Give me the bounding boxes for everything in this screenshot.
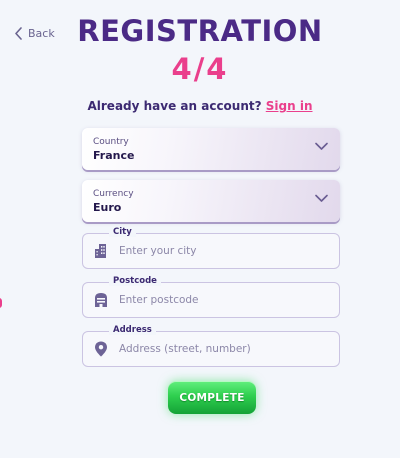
location-pin-icon (95, 341, 107, 357)
country-label: Country (93, 137, 129, 147)
currency-label: Currency (93, 189, 134, 199)
side-tab[interactable] (0, 298, 2, 308)
currency-select[interactable]: Currency Euro (82, 180, 340, 222)
currency-value: Euro (93, 201, 122, 214)
account-prompt: Already have an account? Sign in (0, 99, 400, 113)
building-icon (95, 244, 106, 258)
postcode-field[interactable]: Postcode (82, 276, 340, 318)
city-field[interactable]: City (82, 227, 340, 269)
page-title: REGISTRATION (77, 14, 323, 48)
address-input[interactable] (119, 332, 329, 365)
complete-button[interactable]: COMPLETE (168, 381, 256, 414)
account-prompt-text: Already have an account? (87, 99, 262, 113)
country-value: France (93, 149, 135, 162)
country-select[interactable]: Country France (82, 128, 340, 170)
postcode-input[interactable] (119, 283, 329, 316)
address-field[interactable]: Address (82, 325, 340, 367)
step-indicator: 4/4 (171, 52, 229, 86)
chevron-down-icon (315, 194, 328, 202)
sign-in-link[interactable]: Sign in (266, 99, 313, 113)
city-input[interactable] (119, 234, 329, 267)
chevron-down-icon (315, 142, 328, 150)
mailbox-icon (95, 293, 107, 307)
